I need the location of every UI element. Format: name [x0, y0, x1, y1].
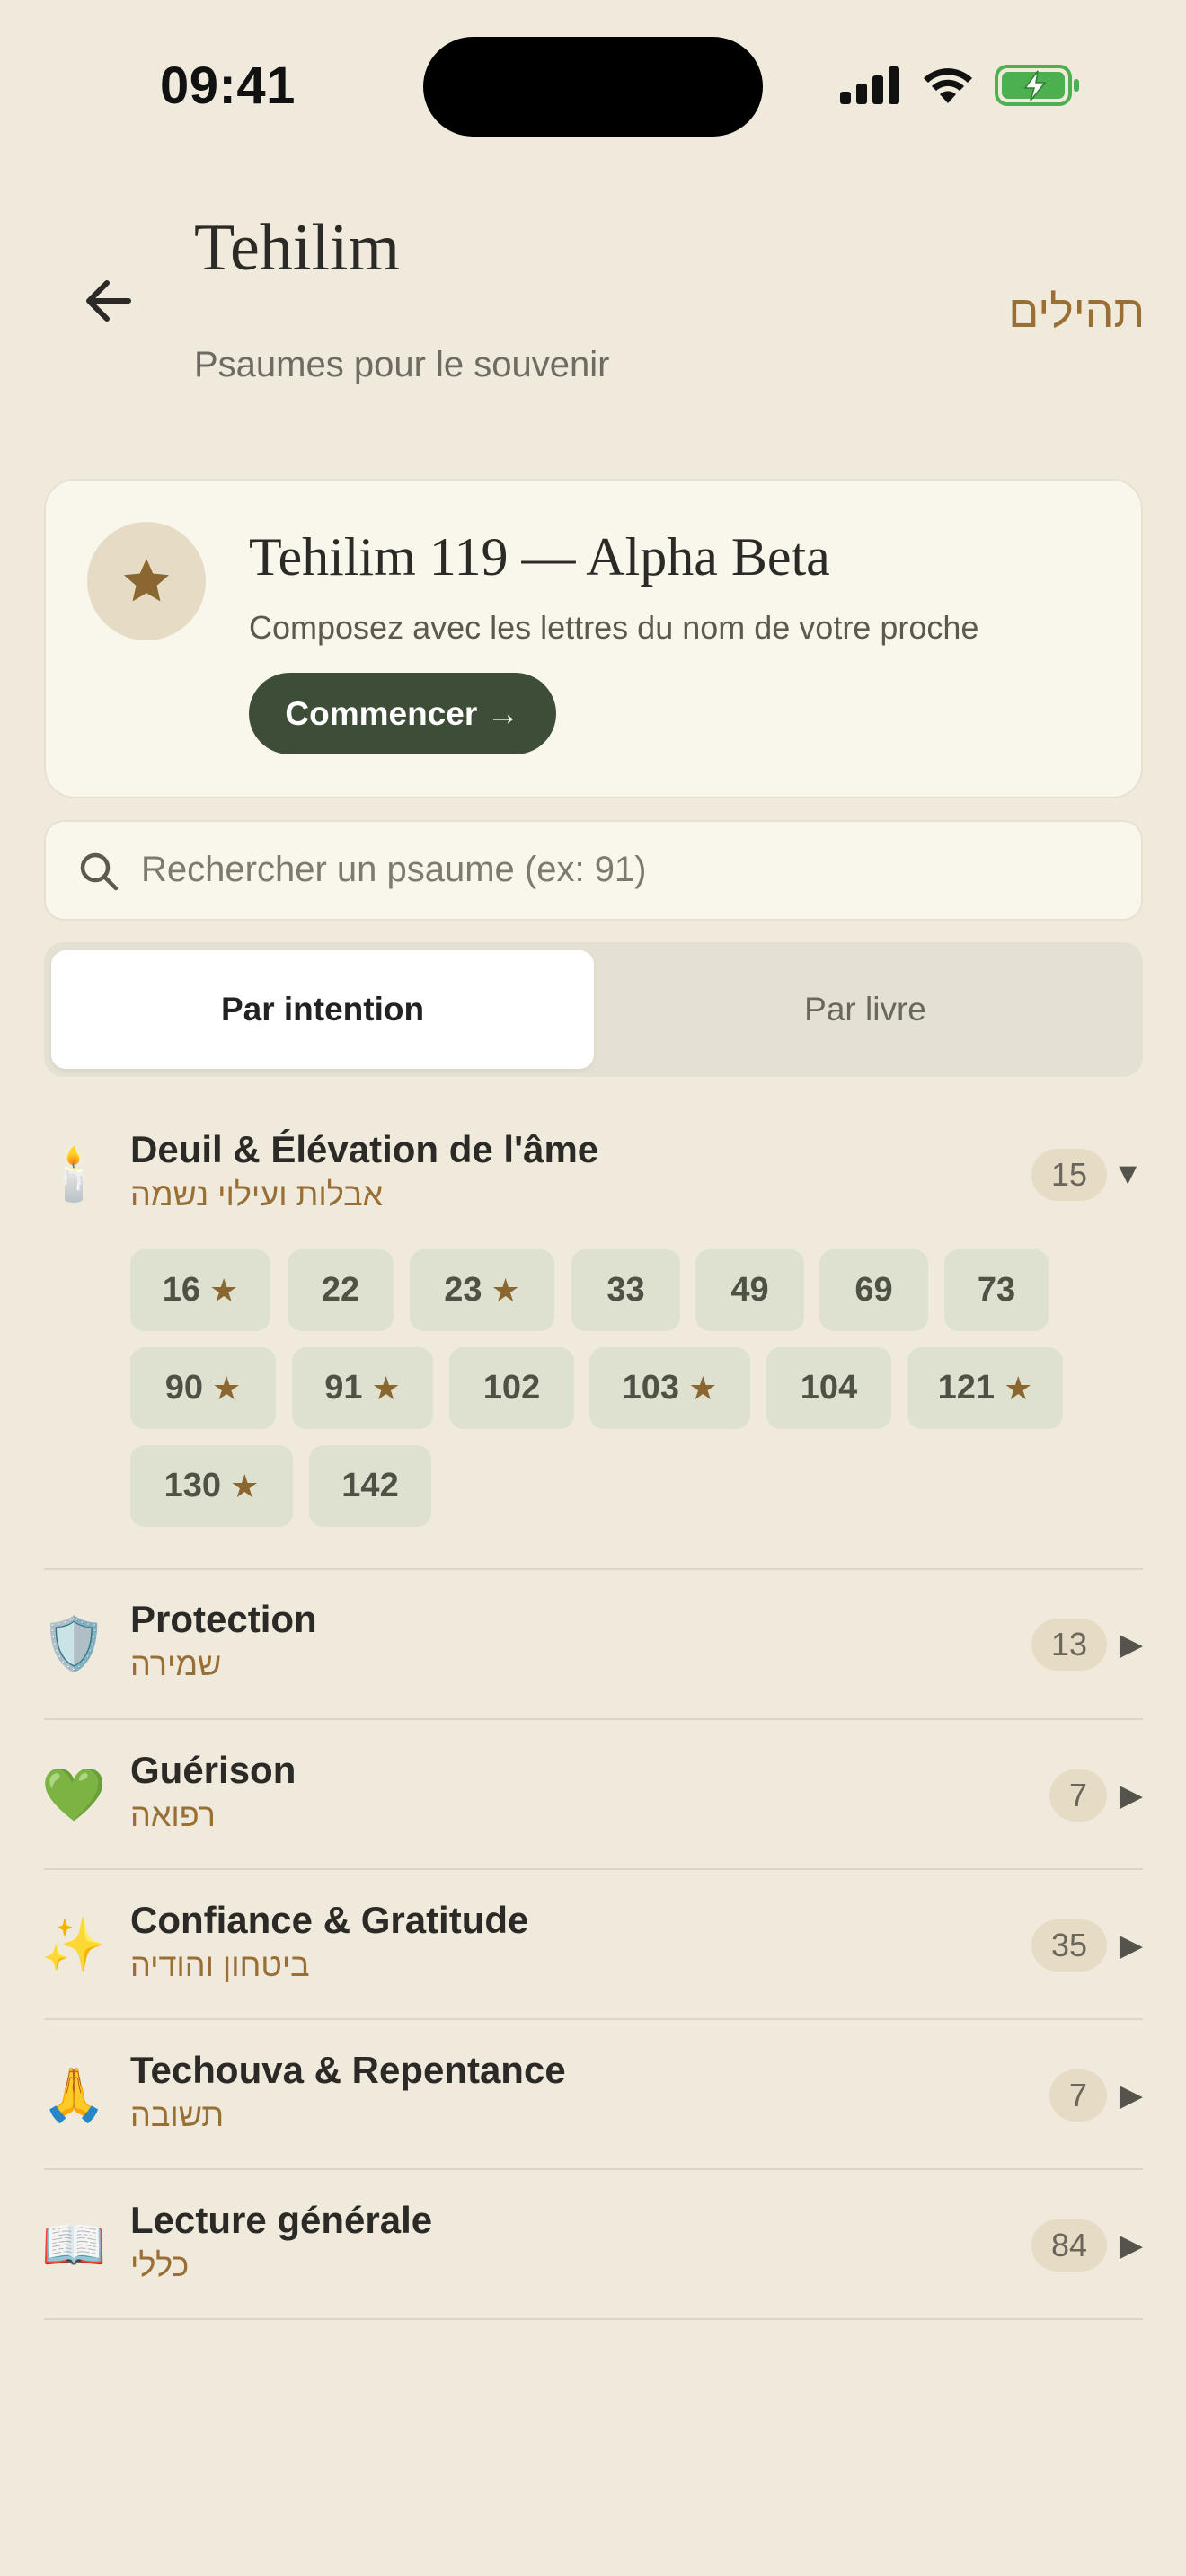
category-icon: 🕯️	[41, 1145, 107, 1204]
chevron-right-icon[interactable]: ▶	[1120, 1928, 1143, 1963]
psalm-chip[interactable]: 23 ★	[410, 1249, 554, 1331]
start-button[interactable]: Commencer →	[249, 673, 556, 754]
category-icon: 💚	[41, 1766, 107, 1824]
star-icon	[124, 559, 169, 602]
psalm-chip[interactable]: 104	[766, 1347, 891, 1429]
category-icon: 🙏	[41, 2066, 107, 2124]
psalm-number: 22	[321, 1271, 360, 1309]
featured-title: Tehilim 119 — Alpha Beta	[249, 527, 830, 587]
psalm-number: 104	[800, 1369, 858, 1407]
star-icon: ★	[1004, 1369, 1033, 1407]
divider	[44, 2168, 1143, 2170]
count-badge: 35	[1031, 1919, 1107, 1972]
category-hebrew: רפואה	[130, 1796, 216, 1833]
arrow-left-icon	[86, 280, 131, 322]
psalm-number: 73	[977, 1271, 1016, 1309]
count-badge: 7	[1049, 2069, 1107, 2122]
psalm-chip[interactable]: 91 ★	[292, 1347, 433, 1429]
psalm-chip[interactable]: 90 ★	[130, 1347, 276, 1429]
psalm-number: 142	[341, 1467, 399, 1504]
divider	[44, 1718, 1143, 1720]
psalm-number: 23	[444, 1271, 482, 1309]
psalm-chip[interactable]: 103 ★	[589, 1347, 750, 1429]
star-icon: ★	[212, 1369, 242, 1407]
category-hebrew: תשובה	[130, 2096, 225, 2133]
star-icon: ★	[209, 1271, 239, 1309]
status-icons	[840, 63, 1081, 108]
wifi-icon	[924, 68, 972, 103]
count-badge: 15	[1031, 1149, 1107, 1201]
search-input[interactable]: Rechercher un psaume (ex: 91)	[141, 850, 647, 890]
psalm-chip[interactable]: 121 ★	[907, 1347, 1063, 1429]
tab-par-livre[interactable]: Par livre	[594, 950, 1137, 1069]
psalm-chip[interactable]: 142	[309, 1445, 431, 1527]
signal-icon	[840, 66, 899, 104]
chevron-right-icon[interactable]: ▶	[1120, 1627, 1143, 1663]
psalm-number: 33	[606, 1271, 645, 1309]
divider	[44, 1868, 1143, 1870]
category-name: Confiance & Gratitude	[130, 1899, 529, 1941]
dynamic-island	[423, 37, 763, 137]
page-title: Tehilim	[194, 211, 401, 285]
category-icon: 🛡️	[41, 1615, 107, 1673]
psalm-chip[interactable]: 130 ★	[130, 1445, 293, 1527]
category-name: Lecture générale	[130, 2199, 433, 2241]
page-subtitle: Psaumes pour le souvenir	[194, 345, 610, 384]
psalm-number: 130	[164, 1467, 222, 1504]
chevron-right-icon[interactable]: ▶	[1120, 1778, 1143, 1813]
category-hebrew: אבלות ועילוי נשמה	[130, 1176, 384, 1213]
status-time: 09:41	[160, 57, 296, 115]
category-name: Guérison	[130, 1749, 296, 1791]
psalm-chip[interactable]: 22	[288, 1249, 394, 1331]
category-hebrew: כללי	[130, 2246, 190, 2283]
psalm-chip[interactable]: 73	[944, 1249, 1049, 1331]
category-name: Techouva & Repentance	[130, 2049, 566, 2091]
chevron-down-icon[interactable]: ▼	[1112, 1157, 1143, 1192]
category-icon: 📖	[41, 2216, 107, 2274]
psalm-number: 121	[937, 1369, 996, 1407]
star-icon: ★	[491, 1271, 520, 1309]
psalm-number: 90	[164, 1369, 203, 1407]
psalm-number: 102	[482, 1369, 541, 1407]
chevron-right-icon[interactable]: ▶	[1120, 2078, 1143, 2113]
featured-badge	[87, 522, 206, 640]
search-icon	[80, 852, 119, 891]
psalm-chip[interactable]: 33	[571, 1249, 680, 1331]
category-name: Protection	[130, 1598, 317, 1640]
tab-par-intention[interactable]: Par intention	[51, 950, 594, 1069]
divider	[44, 2318, 1143, 2320]
chevron-right-icon[interactable]: ▶	[1120, 2228, 1143, 2263]
divider	[44, 1568, 1143, 1570]
category-name: Deuil & Élévation de l'âme	[130, 1128, 599, 1170]
psalm-number: 103	[622, 1369, 680, 1407]
psalm-chip[interactable]: 69	[819, 1249, 928, 1331]
psalm-number: 16	[162, 1271, 200, 1309]
star-icon: ★	[230, 1467, 260, 1504]
back-button[interactable]	[77, 269, 140, 332]
psalm-number: 91	[324, 1369, 363, 1407]
category-icon: ✨	[41, 1916, 107, 1974]
star-icon: ★	[688, 1369, 718, 1407]
psalm-chip[interactable]: 102	[449, 1347, 574, 1429]
category-hebrew: שמירה	[130, 1645, 222, 1682]
battery-charging-icon	[995, 65, 1079, 106]
divider	[44, 2018, 1143, 2020]
featured-subtitle: Composez avec les lettres du nom de votr…	[249, 609, 979, 646]
psalm-number: 49	[730, 1271, 769, 1309]
hebrew-title: תהילים	[1008, 287, 1145, 337]
star-icon: ★	[371, 1369, 401, 1407]
count-badge: 84	[1031, 2219, 1107, 2272]
count-badge: 13	[1031, 1619, 1107, 1671]
category-hebrew: ביטחון והודיה	[130, 1946, 310, 1983]
psalm-chip[interactable]: 16 ★	[130, 1249, 270, 1331]
psalm-number: 69	[854, 1271, 893, 1309]
psalm-chip[interactable]: 49	[695, 1249, 804, 1331]
count-badge: 7	[1049, 1769, 1107, 1822]
